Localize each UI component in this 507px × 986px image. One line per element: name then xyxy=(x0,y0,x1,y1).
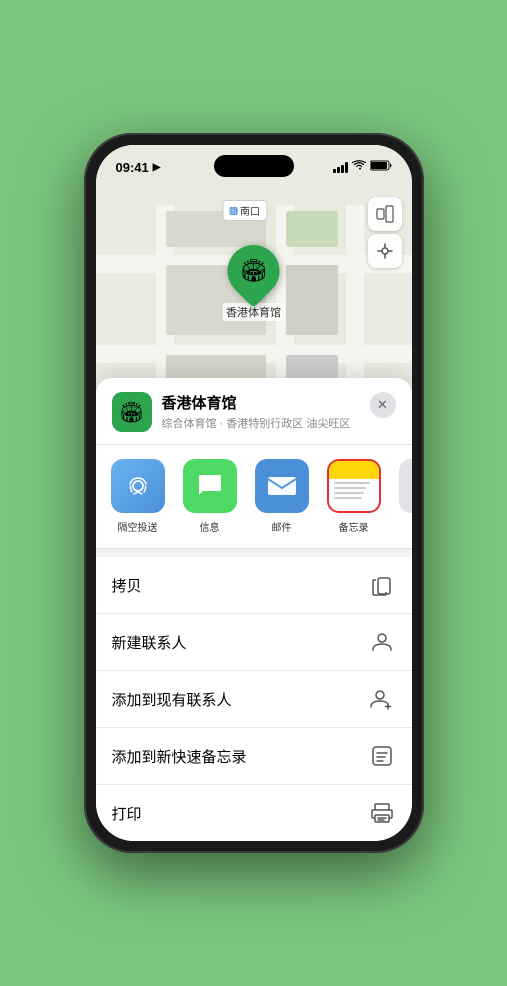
share-more[interactable]: 更多 xyxy=(392,459,412,534)
action-new-contact[interactable]: 新建联系人 xyxy=(96,614,412,671)
notes-yellow-top xyxy=(329,461,379,479)
venue-description: 综合体育馆 · 香港特别行政区 油尖旺区 xyxy=(162,415,360,431)
battery-icon xyxy=(370,160,392,174)
add-existing-label: 添加到现有联系人 xyxy=(112,689,232,710)
bottom-sheet: 🏟 香港体育馆 综合体育馆 · 香港特别行政区 油尖旺区 ✕ xyxy=(96,378,412,841)
venue-icon: 🏟 xyxy=(112,392,152,432)
stadium-marker[interactable]: 🏟 香港体育馆 xyxy=(222,245,285,321)
status-icons xyxy=(333,160,392,174)
close-icon: ✕ xyxy=(377,397,388,413)
location-button[interactable] xyxy=(368,234,402,268)
mail-icon xyxy=(255,459,309,513)
add-existing-icon xyxy=(368,685,396,713)
copy-icon xyxy=(368,571,396,599)
more-icon xyxy=(399,459,412,513)
marker-pin-inner: 🏟 xyxy=(240,258,268,284)
message-icon xyxy=(183,459,237,513)
signal-bar-4 xyxy=(345,162,348,173)
signal-bar-2 xyxy=(337,167,340,173)
map-label: 出 南口 xyxy=(222,200,267,221)
action-copy[interactable]: 拷贝 xyxy=(96,557,412,614)
dynamic-island xyxy=(214,155,294,177)
map-label-dot: 出 xyxy=(229,207,237,215)
map-label-text: 南口 xyxy=(240,203,260,218)
add-notes-icon xyxy=(368,742,396,770)
signal-bar-3 xyxy=(341,165,344,173)
map-building-2 xyxy=(286,265,338,335)
notes-line-4 xyxy=(334,497,362,499)
share-row: 隔空投送 信息 xyxy=(96,445,412,549)
notes-line-1 xyxy=(334,482,370,484)
map-type-button[interactable] xyxy=(368,197,402,231)
share-airdrop[interactable]: 隔空投送 xyxy=(104,459,172,534)
print-label: 打印 xyxy=(112,803,142,824)
new-contact-icon xyxy=(368,628,396,656)
share-mail[interactable]: 邮件 xyxy=(248,459,316,534)
message-label: 信息 xyxy=(200,519,220,534)
signal-bars xyxy=(333,162,348,173)
status-time: 09:41 ▶ xyxy=(116,160,161,175)
map-green-1 xyxy=(286,211,338,247)
signal-bar-1 xyxy=(333,169,336,173)
add-notes-label: 添加到新快速备忘录 xyxy=(112,746,247,767)
marker-pin: 🏟 xyxy=(217,234,291,308)
venue-name: 香港体育馆 xyxy=(162,392,360,413)
map-controls xyxy=(368,197,402,268)
share-message[interactable]: 信息 xyxy=(176,459,244,534)
airdrop-icon xyxy=(111,459,165,513)
action-print[interactable]: 打印 xyxy=(96,785,412,841)
phone-frame: 09:41 ▶ xyxy=(84,133,424,853)
notes-line-3 xyxy=(334,492,364,494)
venue-info: 香港体育馆 综合体育馆 · 香港特别行政区 油尖旺区 xyxy=(162,392,360,431)
close-button[interactable]: ✕ xyxy=(370,392,396,418)
time-display: 09:41 xyxy=(116,160,149,175)
action-add-notes[interactable]: 添加到新快速备忘录 xyxy=(96,728,412,785)
action-add-existing[interactable]: 添加到现有联系人 xyxy=(96,671,412,728)
venue-header: 🏟 香港体育馆 综合体育馆 · 香港特别行政区 油尖旺区 ✕ xyxy=(96,378,412,445)
notes-label: 备忘录 xyxy=(339,519,369,534)
phone-screen: 09:41 ▶ xyxy=(96,145,412,841)
venue-emoji: 🏟 xyxy=(119,400,144,425)
action-list: 拷贝 新建联系人 xyxy=(96,557,412,841)
print-icon xyxy=(368,799,396,827)
new-contact-label: 新建联系人 xyxy=(112,632,187,653)
notes-icon-wrap xyxy=(327,459,381,513)
location-icon: ▶ xyxy=(153,162,161,173)
notes-line-2 xyxy=(334,487,366,489)
airdrop-label: 隔空投送 xyxy=(118,519,158,534)
mail-label: 邮件 xyxy=(272,519,292,534)
share-notes[interactable]: 备忘录 xyxy=(320,459,388,534)
wifi-icon xyxy=(352,160,366,174)
notes-lines xyxy=(329,479,379,502)
copy-label: 拷贝 xyxy=(112,575,142,596)
